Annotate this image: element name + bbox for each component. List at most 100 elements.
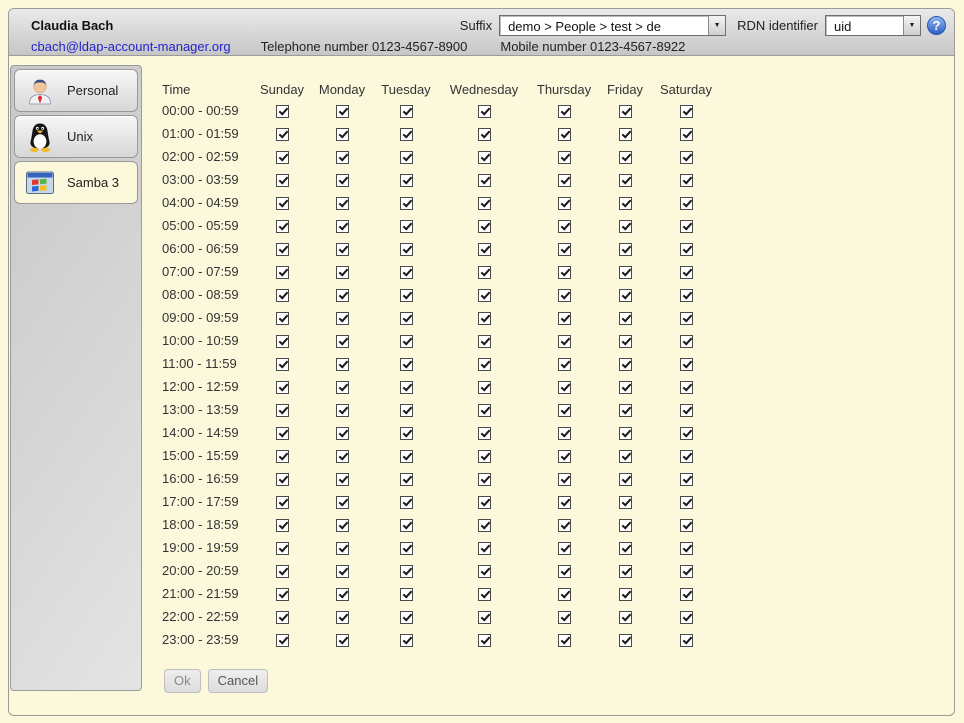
- hour-checkbox-17:00-wednesday[interactable]: [478, 496, 491, 509]
- hour-checkbox-15:00-sunday[interactable]: [276, 450, 289, 463]
- hour-checkbox-02:00-thursday[interactable]: [558, 151, 571, 164]
- hour-checkbox-22:00-sunday[interactable]: [276, 611, 289, 624]
- hour-checkbox-13:00-wednesday[interactable]: [478, 404, 491, 417]
- hour-checkbox-16:00-monday[interactable]: [336, 473, 349, 486]
- hour-checkbox-02:00-wednesday[interactable]: [478, 151, 491, 164]
- hour-checkbox-08:00-monday[interactable]: [336, 289, 349, 302]
- suffix-dropdown-arrow-icon[interactable]: ▼: [708, 16, 725, 35]
- hour-checkbox-00:00-thursday[interactable]: [558, 105, 571, 118]
- hour-checkbox-20:00-saturday[interactable]: [680, 565, 693, 578]
- hour-checkbox-17:00-monday[interactable]: [336, 496, 349, 509]
- hour-checkbox-13:00-monday[interactable]: [336, 404, 349, 417]
- hour-checkbox-00:00-sunday[interactable]: [276, 105, 289, 118]
- hour-checkbox-02:00-tuesday[interactable]: [400, 151, 413, 164]
- hour-checkbox-11:00-wednesday[interactable]: [478, 358, 491, 371]
- hour-checkbox-23:00-tuesday[interactable]: [400, 634, 413, 647]
- hour-checkbox-09:00-wednesday[interactable]: [478, 312, 491, 325]
- help-icon[interactable]: ?: [927, 16, 946, 35]
- hour-checkbox-14:00-friday[interactable]: [619, 427, 632, 440]
- hour-checkbox-07:00-friday[interactable]: [619, 266, 632, 279]
- hour-checkbox-08:00-tuesday[interactable]: [400, 289, 413, 302]
- hour-checkbox-12:00-wednesday[interactable]: [478, 381, 491, 394]
- hour-checkbox-04:00-sunday[interactable]: [276, 197, 289, 210]
- hour-checkbox-22:00-friday[interactable]: [619, 611, 632, 624]
- hour-checkbox-21:00-friday[interactable]: [619, 588, 632, 601]
- hour-checkbox-15:00-thursday[interactable]: [558, 450, 571, 463]
- hour-checkbox-20:00-thursday[interactable]: [558, 565, 571, 578]
- hour-checkbox-16:00-sunday[interactable]: [276, 473, 289, 486]
- hour-checkbox-08:00-sunday[interactable]: [276, 289, 289, 302]
- hour-checkbox-07:00-saturday[interactable]: [680, 266, 693, 279]
- hour-checkbox-15:00-monday[interactable]: [336, 450, 349, 463]
- hour-checkbox-03:00-tuesday[interactable]: [400, 174, 413, 187]
- hour-checkbox-07:00-wednesday[interactable]: [478, 266, 491, 279]
- hour-checkbox-09:00-monday[interactable]: [336, 312, 349, 325]
- hour-checkbox-03:00-friday[interactable]: [619, 174, 632, 187]
- hour-checkbox-00:00-friday[interactable]: [619, 105, 632, 118]
- hour-checkbox-11:00-tuesday[interactable]: [400, 358, 413, 371]
- rdn-identifier-dropdown[interactable]: uid ▼: [825, 15, 921, 36]
- tab-unix[interactable]: Unix: [14, 115, 138, 158]
- hour-checkbox-17:00-tuesday[interactable]: [400, 496, 413, 509]
- hour-checkbox-04:00-friday[interactable]: [619, 197, 632, 210]
- hour-checkbox-15:00-wednesday[interactable]: [478, 450, 491, 463]
- hour-checkbox-12:00-saturday[interactable]: [680, 381, 693, 394]
- hour-checkbox-23:00-thursday[interactable]: [558, 634, 571, 647]
- hour-checkbox-21:00-wednesday[interactable]: [478, 588, 491, 601]
- hour-checkbox-19:00-monday[interactable]: [336, 542, 349, 555]
- hour-checkbox-04:00-tuesday[interactable]: [400, 197, 413, 210]
- hour-checkbox-02:00-sunday[interactable]: [276, 151, 289, 164]
- hour-checkbox-18:00-friday[interactable]: [619, 519, 632, 532]
- hour-checkbox-18:00-saturday[interactable]: [680, 519, 693, 532]
- hour-checkbox-10:00-friday[interactable]: [619, 335, 632, 348]
- email-link[interactable]: cbach@ldap-account-manager.org: [31, 39, 231, 54]
- hour-checkbox-07:00-sunday[interactable]: [276, 266, 289, 279]
- hour-checkbox-01:00-saturday[interactable]: [680, 128, 693, 141]
- hour-checkbox-17:00-saturday[interactable]: [680, 496, 693, 509]
- hour-checkbox-19:00-wednesday[interactable]: [478, 542, 491, 555]
- hour-checkbox-00:00-tuesday[interactable]: [400, 105, 413, 118]
- hour-checkbox-14:00-wednesday[interactable]: [478, 427, 491, 440]
- hour-checkbox-18:00-tuesday[interactable]: [400, 519, 413, 532]
- hour-checkbox-03:00-thursday[interactable]: [558, 174, 571, 187]
- hour-checkbox-23:00-friday[interactable]: [619, 634, 632, 647]
- hour-checkbox-16:00-tuesday[interactable]: [400, 473, 413, 486]
- hour-checkbox-03:00-saturday[interactable]: [680, 174, 693, 187]
- hour-checkbox-06:00-tuesday[interactable]: [400, 243, 413, 256]
- hour-checkbox-12:00-monday[interactable]: [336, 381, 349, 394]
- hour-checkbox-22:00-tuesday[interactable]: [400, 611, 413, 624]
- hour-checkbox-13:00-friday[interactable]: [619, 404, 632, 417]
- hour-checkbox-16:00-friday[interactable]: [619, 473, 632, 486]
- hour-checkbox-06:00-wednesday[interactable]: [478, 243, 491, 256]
- hour-checkbox-04:00-saturday[interactable]: [680, 197, 693, 210]
- hour-checkbox-13:00-thursday[interactable]: [558, 404, 571, 417]
- hour-checkbox-05:00-tuesday[interactable]: [400, 220, 413, 233]
- hour-checkbox-19:00-sunday[interactable]: [276, 542, 289, 555]
- hour-checkbox-10:00-sunday[interactable]: [276, 335, 289, 348]
- hour-checkbox-20:00-monday[interactable]: [336, 565, 349, 578]
- hour-checkbox-20:00-sunday[interactable]: [276, 565, 289, 578]
- hour-checkbox-01:00-friday[interactable]: [619, 128, 632, 141]
- hour-checkbox-05:00-wednesday[interactable]: [478, 220, 491, 233]
- hour-checkbox-16:00-wednesday[interactable]: [478, 473, 491, 486]
- hour-checkbox-01:00-monday[interactable]: [336, 128, 349, 141]
- hour-checkbox-20:00-friday[interactable]: [619, 565, 632, 578]
- hour-checkbox-08:00-wednesday[interactable]: [478, 289, 491, 302]
- hour-checkbox-11:00-sunday[interactable]: [276, 358, 289, 371]
- hour-checkbox-22:00-wednesday[interactable]: [478, 611, 491, 624]
- hour-checkbox-00:00-monday[interactable]: [336, 105, 349, 118]
- hour-checkbox-12:00-sunday[interactable]: [276, 381, 289, 394]
- hour-checkbox-07:00-tuesday[interactable]: [400, 266, 413, 279]
- hour-checkbox-04:00-thursday[interactable]: [558, 197, 571, 210]
- hour-checkbox-18:00-wednesday[interactable]: [478, 519, 491, 532]
- hour-checkbox-12:00-thursday[interactable]: [558, 381, 571, 394]
- hour-checkbox-17:00-sunday[interactable]: [276, 496, 289, 509]
- hour-checkbox-22:00-monday[interactable]: [336, 611, 349, 624]
- hour-checkbox-05:00-monday[interactable]: [336, 220, 349, 233]
- hour-checkbox-06:00-thursday[interactable]: [558, 243, 571, 256]
- hour-checkbox-05:00-thursday[interactable]: [558, 220, 571, 233]
- hour-checkbox-21:00-sunday[interactable]: [276, 588, 289, 601]
- hour-checkbox-18:00-thursday[interactable]: [558, 519, 571, 532]
- hour-checkbox-06:00-sunday[interactable]: [276, 243, 289, 256]
- hour-checkbox-00:00-saturday[interactable]: [680, 105, 693, 118]
